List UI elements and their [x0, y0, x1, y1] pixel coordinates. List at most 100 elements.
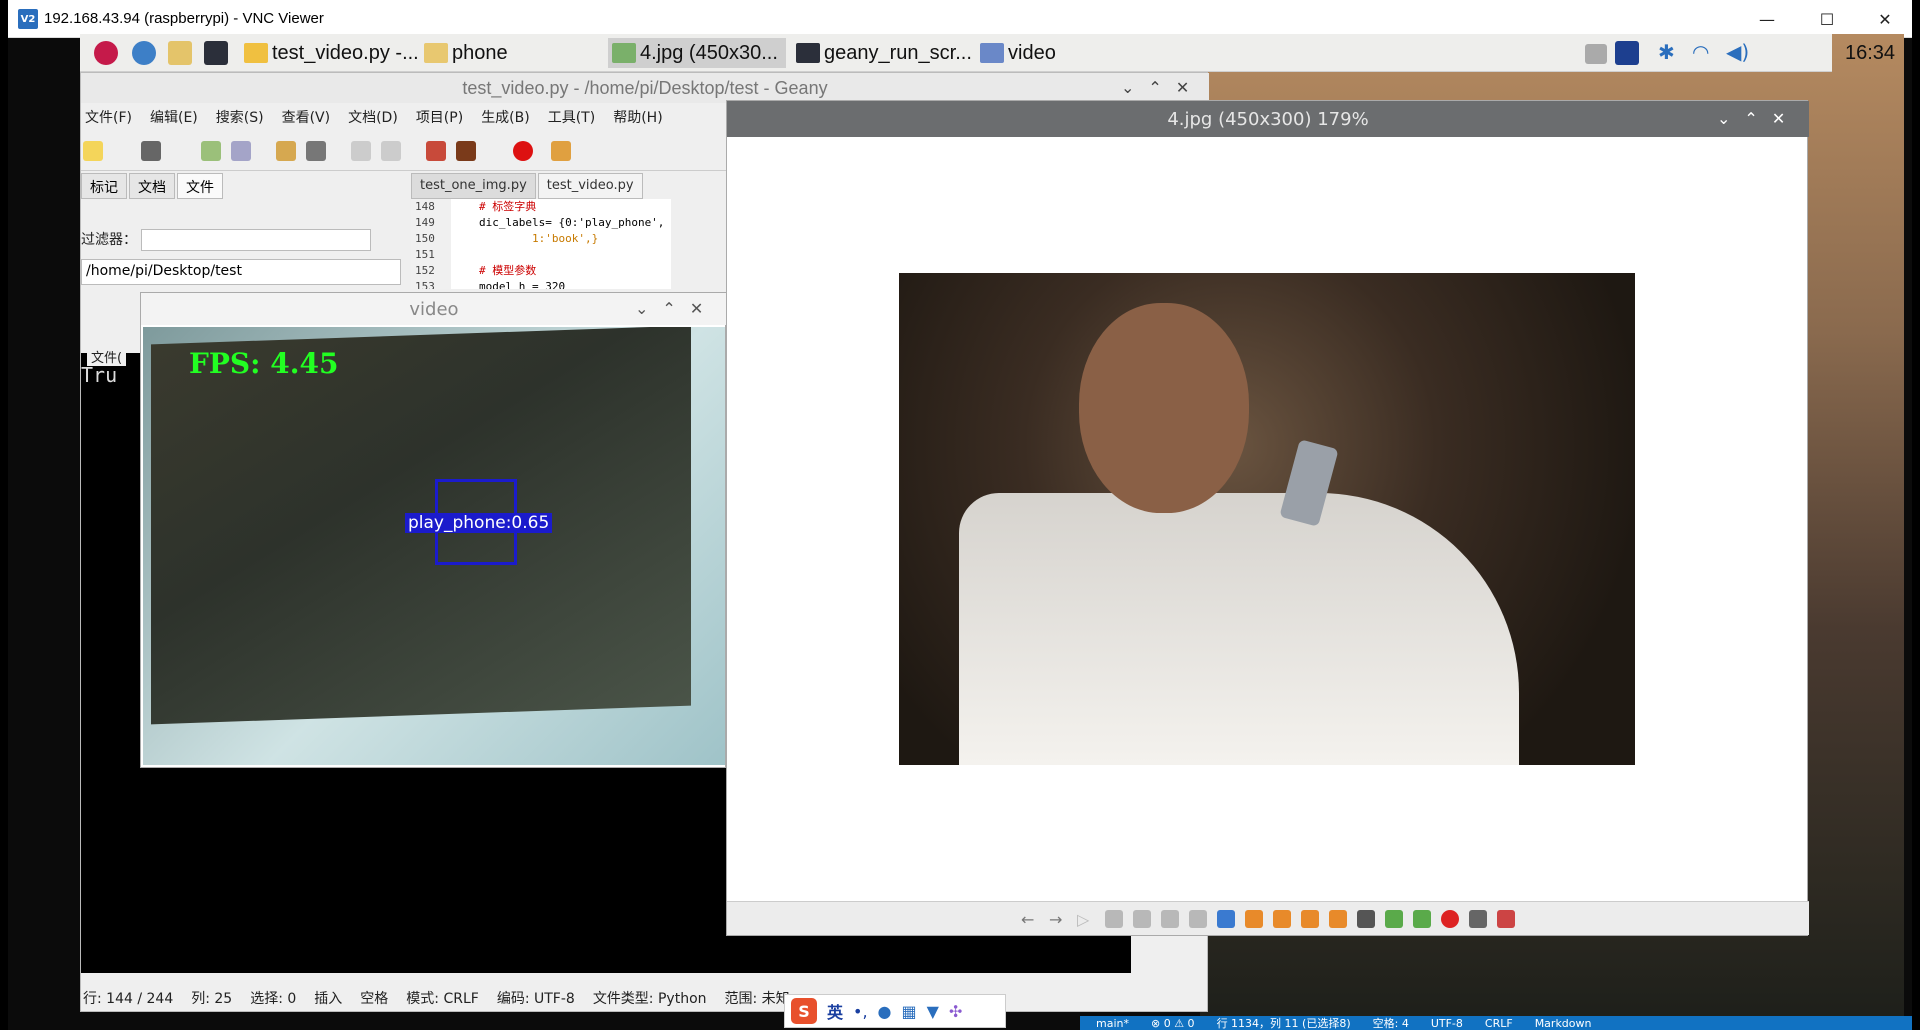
flip-vertical-icon[interactable]: [1329, 909, 1347, 928]
geany-titlebar: test_video.py - /home/pi/Desktop/test - …: [81, 73, 1209, 103]
close-file-icon[interactable]: [306, 141, 326, 161]
sidebar-tabs: 标记 文档 文件: [81, 173, 401, 199]
cancel-icon[interactable]: [1441, 909, 1459, 928]
save-icon[interactable]: [201, 141, 221, 161]
maximize-button[interactable]: ☐: [1798, 0, 1856, 38]
zoom-fit-icon[interactable]: [1161, 909, 1179, 928]
prev-icon[interactable]: ←: [1021, 910, 1039, 929]
apps-icon[interactable]: ✣: [949, 1002, 962, 1021]
tab-documents[interactable]: 文档: [129, 173, 175, 199]
open-file-icon[interactable]: [141, 141, 161, 161]
filter-row: 过滤器：: [81, 229, 401, 257]
new-file-icon[interactable]: [83, 141, 103, 161]
close-icon[interactable]: ✕: [1176, 78, 1189, 97]
open-icon[interactable]: [1357, 909, 1375, 928]
raspberry-menu-icon[interactable]: [94, 41, 118, 65]
exit-icon[interactable]: [1497, 909, 1515, 928]
bedsheet-region: [959, 493, 1519, 765]
close-icon[interactable]: ✕: [690, 299, 703, 318]
minimize-button[interactable]: —: [1738, 0, 1796, 38]
vnc-logo-icon: V2: [18, 9, 38, 29]
menu-search[interactable]: 搜索(S): [216, 107, 264, 127]
revert-icon[interactable]: [276, 141, 296, 161]
taskbar-app-phone[interactable]: phone: [420, 38, 600, 68]
menu-build[interactable]: 生成(B): [481, 107, 530, 127]
vscode-position[interactable]: 行 1134，列 11 (已选择8): [1217, 1016, 1351, 1030]
vscode-language[interactable]: Markdown: [1535, 1017, 1592, 1030]
code-line: 150 1:'book',}: [411, 231, 671, 247]
menu-tools[interactable]: 工具(T): [548, 107, 595, 127]
keyboard-icon[interactable]: ▦: [902, 1002, 917, 1021]
minimize-icon[interactable]: ⌄: [1717, 109, 1730, 128]
taskbar-app-image[interactable]: 4.jpg (450x30...: [608, 38, 786, 68]
color-chooser-icon[interactable]: [551, 141, 571, 161]
status-filetype: 文件类型: Python: [592, 991, 707, 1007]
terminal-icon[interactable]: [204, 41, 228, 65]
menu-edit[interactable]: 编辑(E): [150, 107, 198, 127]
filter-input[interactable]: [141, 229, 372, 251]
zoom-in-icon[interactable]: [1105, 909, 1123, 928]
code-editor[interactable]: 148 # 标签字典 149 dic_labels= {0:'play_phone'…: [411, 199, 671, 289]
keyboard-icon[interactable]: [1585, 44, 1607, 64]
zoom-original-icon[interactable]: [1189, 909, 1207, 928]
close-button[interactable]: ✕: [1856, 0, 1914, 38]
taskbar-app-video[interactable]: video: [976, 38, 1196, 68]
bluetooth-icon[interactable]: ✱: [1658, 40, 1675, 64]
zoom-out-icon[interactable]: [1133, 909, 1151, 928]
clock[interactable]: 16:34: [1845, 42, 1895, 65]
preferences-icon[interactable]: [1469, 909, 1487, 928]
taskbar-app-geany-run[interactable]: geany_run_scr...: [792, 38, 972, 68]
maximize-icon[interactable]: ⌃: [662, 299, 675, 318]
tab-files[interactable]: 文件: [177, 173, 223, 199]
maximize-icon[interactable]: ⌃: [1148, 78, 1161, 97]
vscode-indent[interactable]: 空格: 4: [1373, 1016, 1409, 1030]
run-icon[interactable]: [513, 141, 533, 161]
menu-document[interactable]: 文档(D): [348, 107, 398, 127]
skin-icon[interactable]: ▼: [927, 1002, 939, 1021]
geany-title: test_video.py - /home/pi/Desktop/test - …: [462, 77, 828, 98]
code-line: 149 dic_labels= {0:'play_phone',: [411, 215, 671, 231]
minimize-icon[interactable]: ⌄: [1121, 78, 1134, 97]
vscode-encoding[interactable]: UTF-8: [1431, 1017, 1463, 1030]
forward-icon[interactable]: [381, 141, 401, 161]
rotate-right-icon[interactable]: [1273, 909, 1291, 928]
next-icon[interactable]: →: [1049, 910, 1067, 929]
menu-file[interactable]: 文件(F): [85, 107, 132, 127]
status-line: 行: 144 / 244: [83, 991, 174, 1007]
tab-symbols[interactable]: 标记: [81, 173, 127, 199]
menu-help[interactable]: 帮助(H): [613, 107, 662, 127]
rotate-left-icon[interactable]: [1245, 909, 1263, 928]
flip-horizontal-icon[interactable]: [1301, 909, 1319, 928]
build-icon[interactable]: [456, 141, 476, 161]
maximize-icon[interactable]: ⌃: [1744, 109, 1757, 128]
volume-icon[interactable]: ◀): [1726, 40, 1749, 64]
menu-project[interactable]: 项目(P): [416, 107, 463, 127]
status-col: 列: 25: [191, 991, 233, 1007]
save-all-icon[interactable]: [231, 141, 251, 161]
tab-test-one-img[interactable]: test_one_img.py: [411, 173, 536, 199]
back-icon[interactable]: [351, 141, 371, 161]
ime-mode[interactable]: 英: [827, 999, 843, 1023]
compile-icon[interactable]: [426, 141, 446, 161]
path-field[interactable]: /home/pi/Desktop/test: [81, 259, 401, 285]
menu-view[interactable]: 查看(V): [282, 107, 331, 127]
filter-label: 过滤器：: [81, 232, 137, 248]
file-manager-icon[interactable]: [168, 41, 192, 65]
code-line: 151: [411, 247, 671, 263]
save-icon[interactable]: [1385, 909, 1403, 928]
vnc-tray-icon[interactable]: [1615, 41, 1639, 65]
tab-test-video[interactable]: test_video.py: [537, 173, 643, 199]
vscode-problems[interactable]: ⊗ 0 ⚠ 0: [1151, 1017, 1195, 1030]
fullscreen-icon[interactable]: [1217, 909, 1235, 928]
delete-icon[interactable]: [1413, 909, 1431, 928]
browser-icon[interactable]: [132, 41, 156, 65]
minimize-icon[interactable]: ⌄: [635, 299, 648, 318]
microphone-icon[interactable]: ●: [878, 1002, 892, 1021]
sogou-logo-icon[interactable]: S: [791, 998, 817, 1024]
vscode-eol[interactable]: CRLF: [1485, 1017, 1513, 1030]
wifi-icon[interactable]: ◠: [1692, 40, 1709, 64]
close-icon[interactable]: ✕: [1772, 109, 1785, 128]
play-icon[interactable]: ▷: [1077, 910, 1095, 929]
ime-punct[interactable]: •,: [853, 1002, 868, 1021]
vscode-branch[interactable]: main*: [1096, 1017, 1129, 1030]
